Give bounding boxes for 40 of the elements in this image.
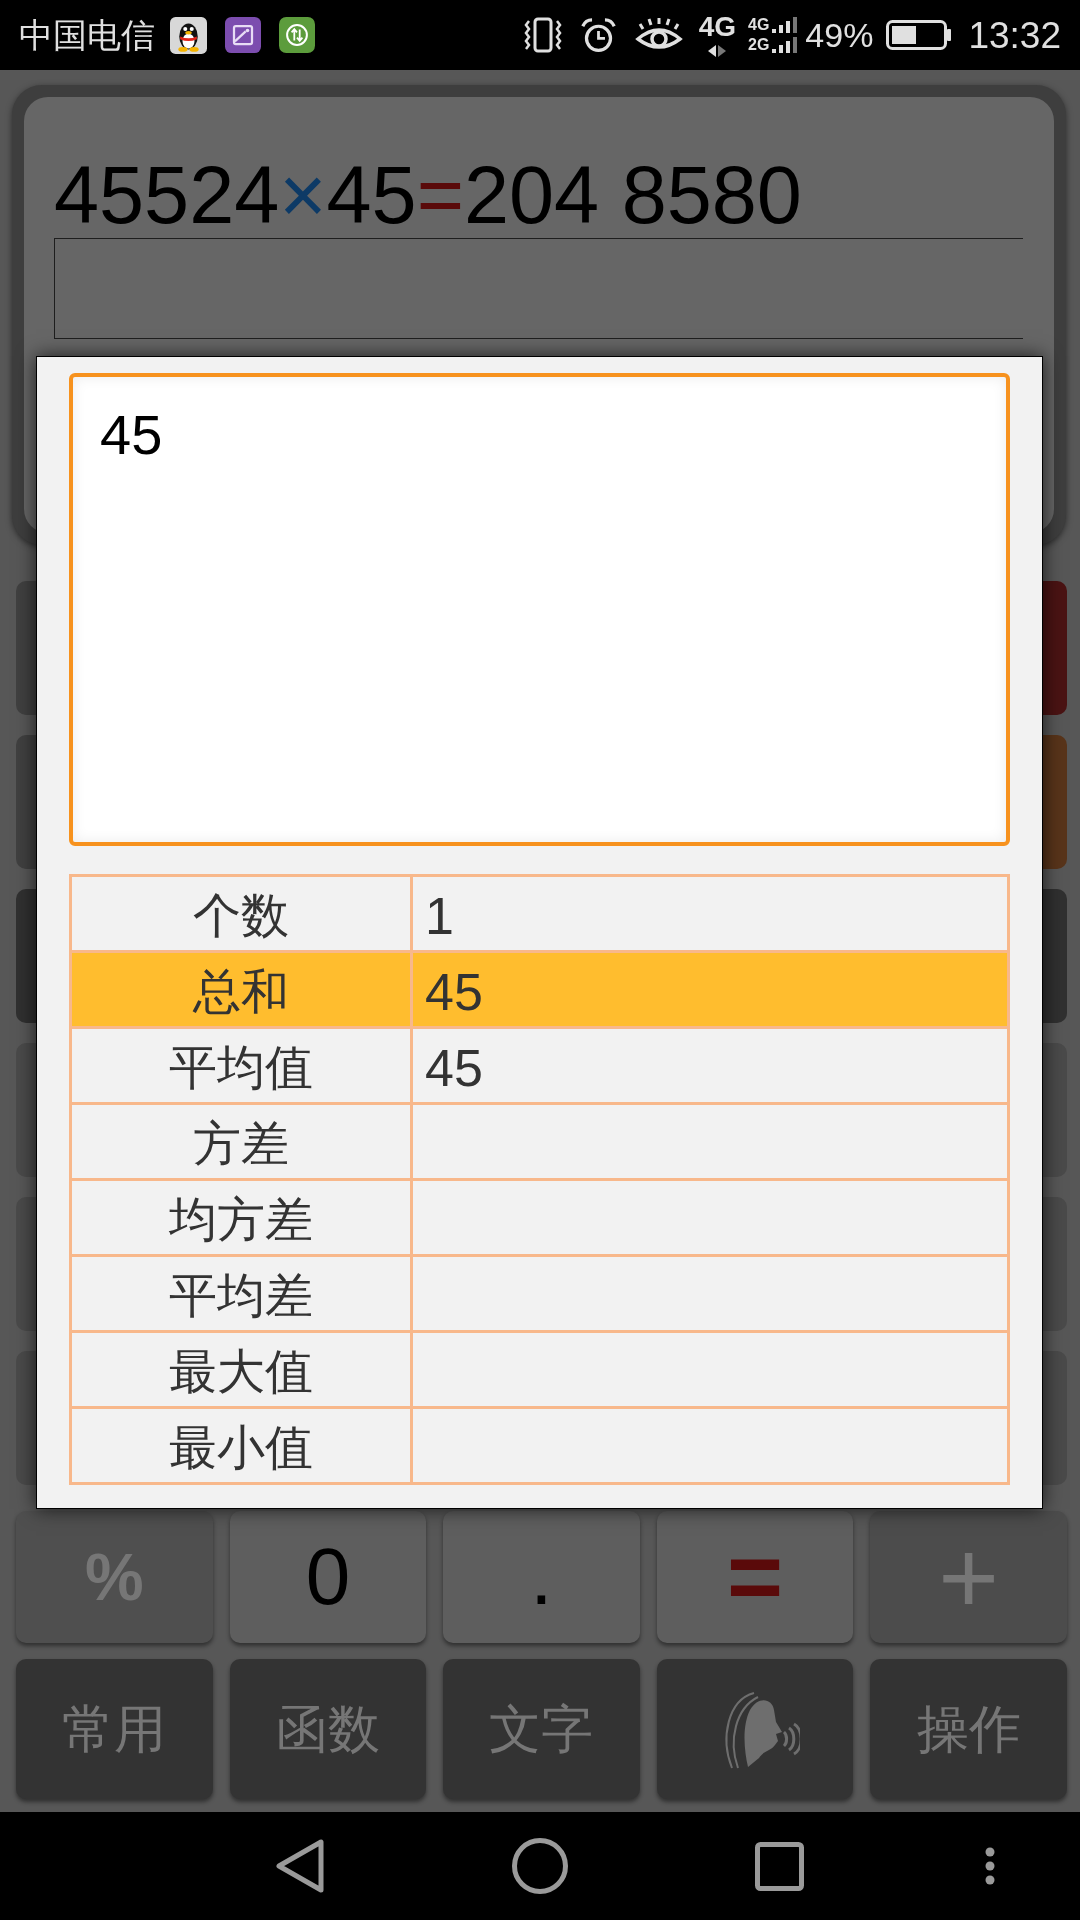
recents-icon[interactable] [755, 1841, 804, 1891]
stat-row[interactable]: 总和 45 [72, 950, 1007, 1026]
transfer-arrows-icon [279, 17, 315, 53]
home-icon[interactable] [512, 1838, 568, 1894]
signal-label: 2G [748, 37, 770, 53]
vibrate-icon [522, 16, 563, 54]
more-icon[interactable] [985, 1847, 995, 1885]
stat-label: 方差 [193, 1119, 289, 1168]
battery-icon [886, 20, 953, 50]
stat-label: 最小值 [169, 1423, 313, 1472]
penguin-icon [170, 16, 207, 54]
voice-key[interactable] [656, 1659, 854, 1799]
stat-value: 45 [425, 965, 483, 1018]
battery-percent: 49% [805, 18, 874, 52]
stat-label: 个数 [193, 891, 289, 940]
signal-label: 4G [748, 17, 770, 33]
stat-label: 平均差 [169, 1271, 313, 1320]
stat-label: 均方差 [169, 1195, 313, 1244]
stat-row[interactable]: 平均差 [72, 1254, 1007, 1330]
carrier-name: 中国电信 [19, 18, 155, 52]
clock-time: 13:32 [968, 16, 1061, 54]
data-input-field[interactable]: 45 [69, 373, 1010, 846]
alarm-clock-icon [579, 16, 617, 54]
input-field[interactable] [54, 238, 1023, 339]
stat-row[interactable]: 方差 [72, 1102, 1007, 1178]
stat-value: 45 [425, 1041, 483, 1094]
image-icon [225, 17, 261, 53]
stat-label: 最大值 [169, 1347, 313, 1396]
stat-row[interactable]: 均方差 [72, 1178, 1007, 1254]
stat-value: 1 [425, 889, 454, 942]
stat-row[interactable]: 平均值 45 [72, 1026, 1007, 1102]
expression-text: 45524×45=204 8580 [54, 152, 803, 238]
signal-icon [772, 37, 799, 53]
signal-icon [772, 17, 799, 33]
network-type: 4G [698, 12, 736, 41]
stat-label: 平均值 [169, 1043, 313, 1092]
stat-row[interactable]: 最小值 [72, 1406, 1007, 1482]
back-icon[interactable] [275, 1838, 325, 1894]
stat-row[interactable]: 最大值 [72, 1330, 1007, 1406]
stat-label: 总和 [193, 967, 289, 1016]
